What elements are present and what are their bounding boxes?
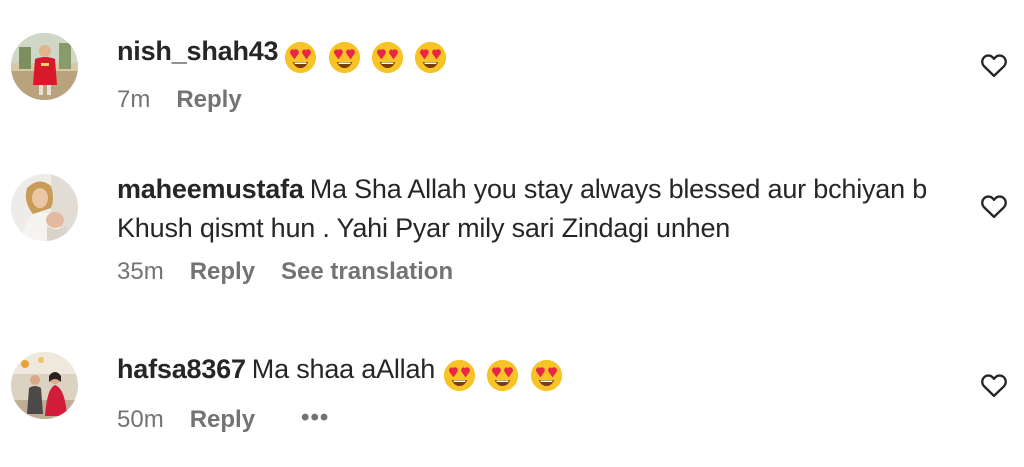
like-heart-icon[interactable] (980, 372, 1008, 398)
heart-eyes-emoji-icon (487, 360, 519, 392)
like-heart-icon[interactable] (980, 193, 1008, 219)
comment-time: 35m (117, 258, 164, 285)
heart-eyes-emoji-icon (444, 360, 476, 392)
comment-username[interactable]: hafsa8367 (117, 354, 246, 384)
reply-button[interactable]: Reply (190, 406, 255, 434)
comment-message: Ma shaa aAllah (251, 354, 436, 384)
like-heart-icon[interactable] (980, 52, 1008, 78)
heart-eyes-emoji-icon (371, 42, 404, 74)
emoji-group (284, 37, 450, 76)
avatar[interactable] (11, 33, 78, 100)
more-options-icon[interactable]: ••• (301, 404, 329, 432)
reply-button[interactable]: Reply (190, 258, 255, 286)
comment-username[interactable]: maheemustafa (117, 174, 304, 204)
comment-username[interactable]: nish_shah43 (117, 36, 279, 66)
comment-time: 50m (117, 406, 164, 433)
emoji-group (443, 355, 566, 394)
heart-eyes-emoji-icon (285, 42, 317, 74)
avatar[interactable] (11, 352, 78, 419)
see-translation-button[interactable]: See translation (281, 258, 453, 286)
heart-eyes-emoji-icon (530, 360, 562, 392)
comment-meta: 35m Reply See translation (117, 258, 947, 286)
comment-time: 7m (117, 86, 151, 113)
heart-eyes-emoji-icon (415, 42, 447, 74)
comment-text: maheemustafa Ma Sha Allah you stay always… (117, 170, 947, 248)
heart-eyes-emoji-icon (328, 42, 360, 74)
reply-button[interactable]: Reply (176, 86, 241, 114)
avatar[interactable] (11, 174, 78, 241)
comment-text: hafsa8367 Ma shaa aAllah (117, 350, 947, 394)
comment-meta: 7m Reply (117, 86, 947, 114)
comment-text: nish_shah43 (117, 32, 947, 76)
comment-meta: 50m Reply ••• (117, 404, 947, 434)
